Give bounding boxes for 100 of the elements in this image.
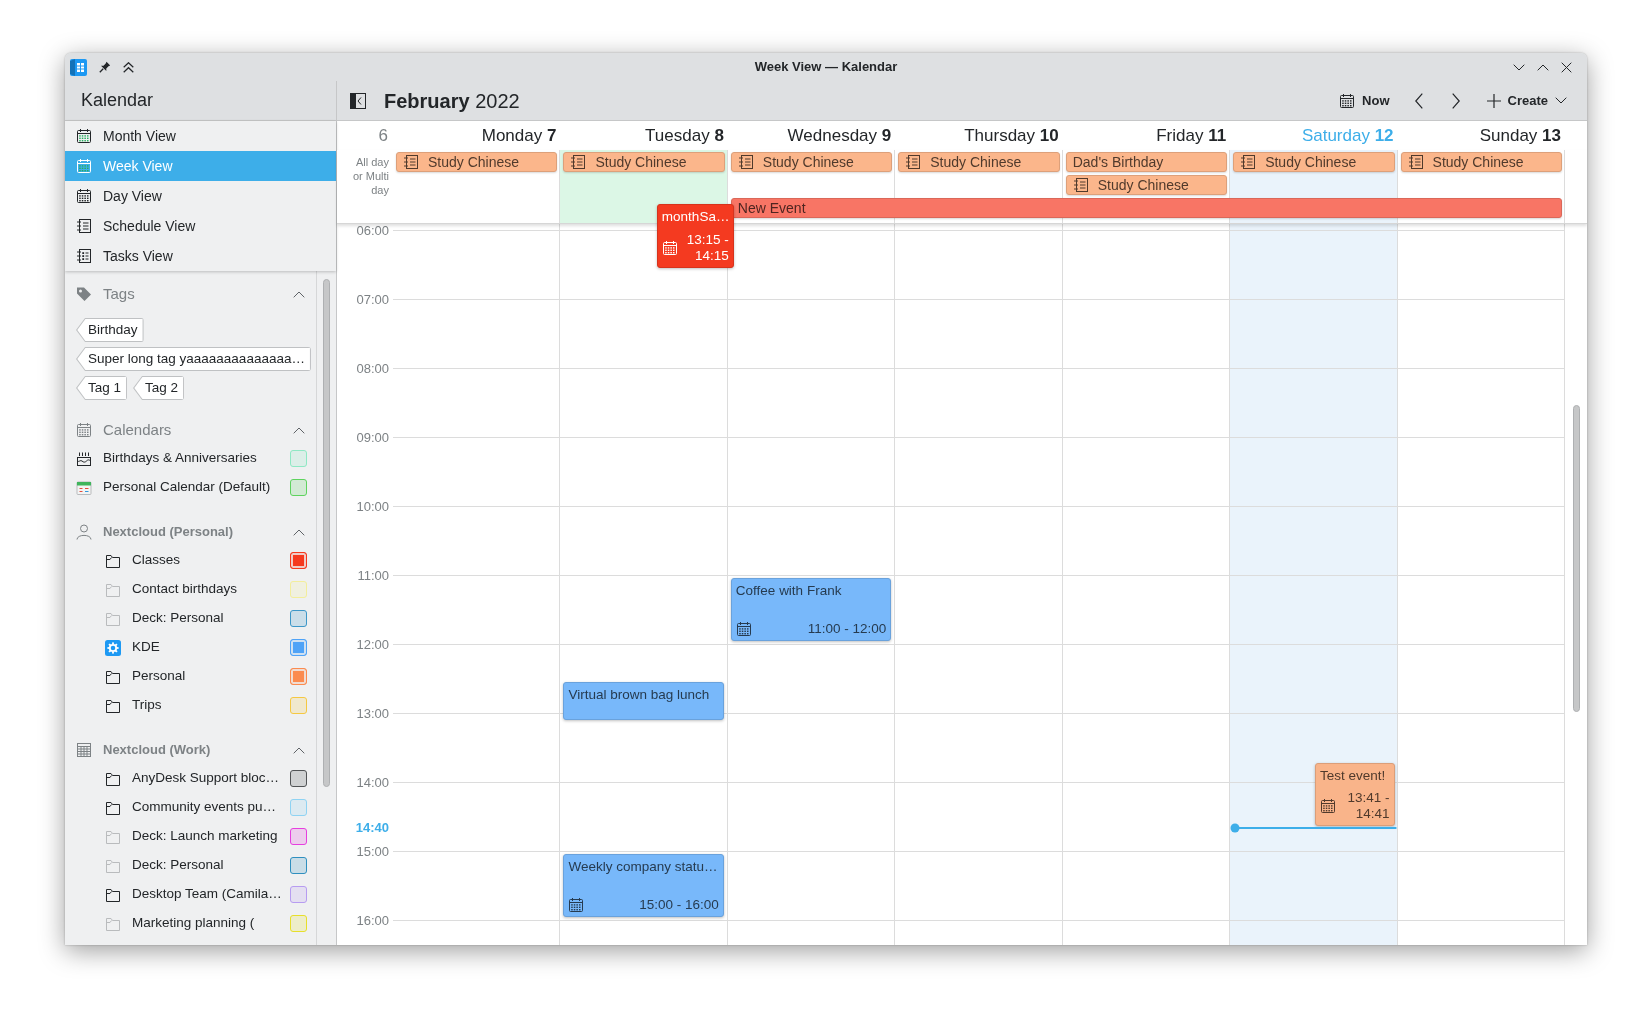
notebook-icon — [1407, 154, 1424, 170]
calendar-name: Deck: Personal — [132, 609, 225, 628]
all-day-event[interactable]: New Event — [730, 198, 1562, 218]
color-checkbox[interactable] — [290, 479, 307, 496]
color-checkbox[interactable] — [290, 610, 307, 627]
view-item[interactable]: Month View — [65, 121, 336, 151]
plus-icon — [1486, 93, 1501, 108]
chevron-right-icon[interactable] — [1451, 92, 1460, 109]
calendar-name: Desktop Team (Camila… — [132, 885, 279, 904]
all-day-event[interactable]: Study Chinese — [563, 152, 725, 172]
event-time: 13:15 - 14:15 — [685, 232, 729, 264]
chevron-up-icon[interactable] — [293, 426, 305, 434]
day-header: Wednesday 9 — [787, 124, 892, 147]
calendar-icon — [76, 479, 92, 496]
now-button[interactable]: Now — [1333, 86, 1396, 115]
calendar-app-icon[interactable] — [70, 58, 87, 76]
tag-chip[interactable]: Super long tag yaaaaaaaaaaaaaa… — [76, 347, 311, 371]
notebook-icon — [1072, 177, 1089, 193]
color-checkbox[interactable] — [290, 639, 307, 656]
event-title: monthSa… — [661, 208, 730, 225]
calendar-name: AnyDesk Support bloc… — [132, 769, 279, 788]
gear-tile-icon — [105, 639, 121, 656]
chevron-up-icon[interactable] — [293, 746, 305, 754]
view-item[interactable]: Schedule View — [65, 211, 336, 241]
all-day-event[interactable]: Study Chinese — [1065, 175, 1228, 195]
hour-label: 11:00 — [357, 569, 389, 583]
chevron-up-icon[interactable] — [1537, 63, 1549, 71]
event-card[interactable]: Weekly company statu… 15:00 - 16:00 — [563, 854, 724, 917]
notebook-icon — [403, 154, 419, 170]
view-item[interactable]: Tasks View — [65, 241, 336, 271]
double-chevron-up-icon[interactable] — [123, 61, 134, 73]
calendar-icon — [568, 897, 585, 913]
calendar-icon — [76, 128, 92, 144]
sidebar-collapse-icon[interactable] — [350, 92, 366, 109]
person-icon — [76, 524, 92, 540]
checklist-icon — [76, 248, 92, 264]
chevron-down-icon[interactable] — [1513, 63, 1525, 71]
color-checkbox[interactable] — [290, 857, 307, 874]
hour-label: 16:00 — [356, 914, 389, 928]
day-header: Monday 7 — [481, 124, 557, 147]
pin-icon[interactable] — [99, 61, 111, 73]
calendar-icon — [661, 240, 678, 256]
create-button[interactable]: Create — [1480, 86, 1573, 115]
chevron-down-icon — [1555, 97, 1567, 104]
calendar-name: Marketing planning ( — [132, 914, 256, 933]
chevron-up-icon[interactable] — [293, 528, 305, 536]
event-card[interactable]: Coffee with Frank 11:00 - 12:00 — [730, 578, 892, 641]
all-day-event[interactable]: Study Chinese — [730, 152, 893, 172]
all-day-event[interactable]: Dad's Birthday — [1065, 152, 1228, 172]
event-card[interactable]: Virtual brown bag lunch — [563, 681, 724, 720]
scrollbar-thumb[interactable] — [323, 279, 330, 787]
day-header: Saturday 12 — [1301, 124, 1394, 147]
cake-icon — [76, 450, 92, 467]
color-checkbox[interactable] — [290, 828, 307, 845]
color-checkbox[interactable] — [290, 668, 307, 685]
view-item[interactable]: Day View — [65, 181, 336, 211]
hour-label: 09:00 — [356, 431, 389, 445]
notebook-icon — [570, 154, 587, 170]
sidebar-title: Kalendar — [81, 89, 154, 112]
calendar-icon — [1320, 798, 1336, 815]
chevron-left-icon[interactable] — [1414, 92, 1423, 109]
color-checkbox[interactable] — [290, 886, 307, 903]
color-checkbox[interactable] — [290, 552, 307, 569]
color-checkbox[interactable] — [290, 770, 307, 787]
event-time: 15:00 - 16:00 — [639, 897, 719, 913]
calendar-icon — [735, 621, 752, 637]
notebook-icon — [905, 154, 922, 170]
section-title: Tags — [103, 283, 135, 304]
calendar-name: Contact birthdays — [132, 580, 239, 599]
all-day-event[interactable]: Study Chinese — [898, 152, 1060, 172]
hour-label: 13:00 — [356, 707, 389, 721]
event-card[interactable]: Test event! 13:41 - 14:41 — [1315, 763, 1395, 827]
all-day-event[interactable]: Study Chinese — [396, 152, 558, 172]
calendar-name: Deck: Launch marketing — [132, 827, 279, 846]
calendar-name: Personal — [132, 667, 187, 686]
event-title: Coffee with Frank — [735, 582, 842, 599]
notebook-icon — [1240, 154, 1257, 170]
scrollbar-thumb[interactable] — [1572, 405, 1580, 712]
hour-label: 12:00 — [356, 638, 389, 652]
day-header: Sunday 13 — [1479, 124, 1561, 147]
month-title: February 2022 — [384, 88, 520, 114]
tag-icon — [76, 286, 92, 302]
calendar-icon — [76, 422, 92, 438]
event-title: Virtual brown bag lunch — [568, 685, 710, 703]
hour-label: 14:00 — [356, 776, 389, 790]
close-icon[interactable] — [1561, 61, 1572, 73]
tag-chip[interactable]: Tag 1 — [76, 376, 128, 400]
event-time: 11:00 - 12:00 — [807, 621, 887, 637]
hour-label: 10:00 — [356, 500, 389, 514]
all-day-event[interactable]: Study Chinese — [1400, 152, 1562, 172]
chevron-up-icon[interactable] — [293, 290, 305, 298]
event-card[interactable]: monthSa… 13:15 - 14:15 — [656, 204, 734, 268]
hour-label: 08:00 — [356, 362, 389, 376]
calendar-name: Personal Calendar (Default) — [103, 478, 272, 497]
event-title: Weekly company statu… — [568, 858, 718, 875]
day-header: Friday 11 — [1156, 124, 1227, 147]
all-day-event[interactable]: Study Chinese — [1233, 152, 1395, 172]
tag-chip[interactable]: Tag 2 — [133, 376, 185, 400]
tag-chip[interactable]: Birthday — [76, 318, 144, 342]
event-title: Test event! — [1320, 767, 1386, 785]
